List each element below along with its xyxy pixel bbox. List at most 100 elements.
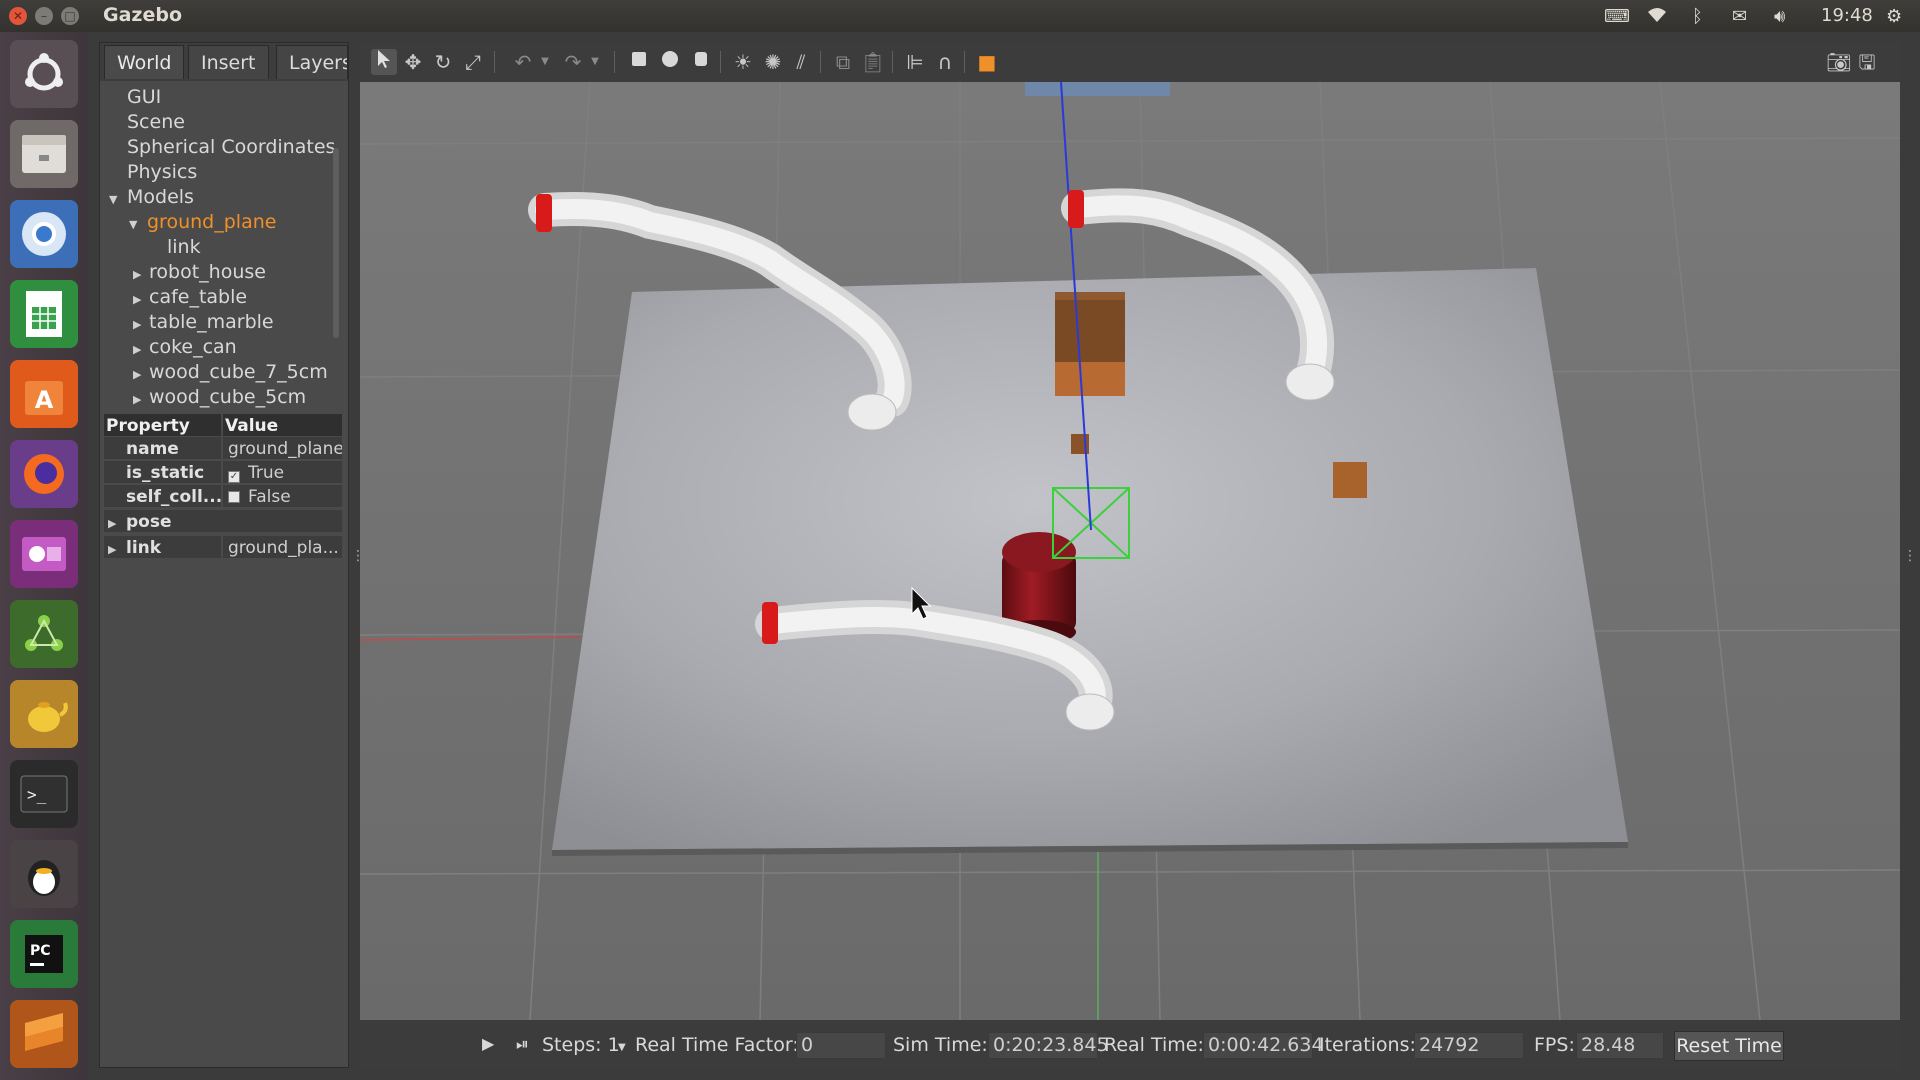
collapsed-arrow-icon[interactable]: ▶ bbox=[133, 387, 145, 412]
sim-time-field[interactable]: 0:20:23.845 bbox=[988, 1032, 1109, 1059]
select-mode-icon[interactable] bbox=[371, 49, 397, 75]
property-value[interactable]: ground_plane bbox=[223, 437, 342, 459]
tree-item-physics[interactable]: Physics bbox=[127, 160, 197, 185]
firefox-icon[interactable] bbox=[10, 440, 78, 508]
volume-icon[interactable]: 🔊︎ bbox=[1774, 6, 1785, 27]
steps-dropdown-icon[interactable]: ▼ bbox=[618, 1042, 626, 1053]
teapot-icon[interactable] bbox=[10, 680, 78, 748]
minimize-window-button[interactable]: – bbox=[35, 7, 53, 25]
ros-network-icon[interactable] bbox=[10, 600, 78, 668]
steps-control[interactable]: Steps: 1 bbox=[542, 1034, 620, 1056]
reset-time-button[interactable]: Reset Time bbox=[1674, 1031, 1784, 1061]
property-key: is_static bbox=[104, 461, 221, 483]
terminal-icon[interactable]: >_ bbox=[10, 760, 78, 828]
tree-item-table-marble[interactable]: ▶ table_marble bbox=[133, 310, 274, 335]
real-time-field[interactable]: 0:00:42.634 bbox=[1203, 1032, 1324, 1059]
copy-icon[interactable]: ⧉ bbox=[830, 49, 856, 75]
settings-gear-icon[interactable]: ⚙ bbox=[1886, 6, 1902, 27]
software-center-icon[interactable]: A bbox=[10, 360, 78, 428]
clock[interactable]: 19:48 bbox=[1821, 5, 1873, 26]
bluetooth-icon[interactable]: ᛒ bbox=[1692, 6, 1703, 27]
expanded-arrow-icon[interactable]: ▼ bbox=[109, 187, 121, 212]
screenshot-camera-icon[interactable]: 📷︎ bbox=[1826, 49, 1852, 75]
tree-item-wood-cube-5cm[interactable]: ▶ wood_cube_5cm bbox=[133, 385, 306, 410]
tree-item-spherical-coordinates[interactable]: Spherical Coordinates bbox=[127, 135, 335, 160]
record-log-icon[interactable]: 🖫 bbox=[1854, 49, 1880, 75]
svg-text:>_: >_ bbox=[27, 785, 47, 804]
tab-insert[interactable]: Insert bbox=[188, 45, 269, 79]
collapsed-arrow-icon[interactable]: ▶ bbox=[133, 312, 145, 337]
tree-item-link[interactable]: link bbox=[167, 235, 201, 260]
pycharm-icon[interactable]: PC bbox=[10, 920, 78, 988]
is-static-checkbox[interactable]: ✓ bbox=[228, 471, 240, 483]
tree-item-robot-house[interactable]: ▶ robot_house bbox=[133, 260, 266, 285]
property-label: link bbox=[126, 538, 162, 558]
rotate-mode-icon[interactable]: ↻ bbox=[430, 49, 456, 75]
chromium-icon[interactable] bbox=[10, 200, 78, 268]
tree-item-coke-can[interactable]: ▶ coke_can bbox=[133, 335, 237, 360]
property-key: ▶ link bbox=[104, 536, 221, 558]
spreadsheet-icon[interactable] bbox=[10, 280, 78, 348]
tree-item-label: ground_plane bbox=[147, 211, 277, 233]
box-shape-icon[interactable] bbox=[626, 49, 652, 75]
cylinder-shape-icon[interactable] bbox=[688, 49, 714, 75]
sublime-icon[interactable] bbox=[10, 1000, 78, 1068]
tree-item-wood-cube-7-5cm[interactable]: ▶ wood_cube_7_5cm bbox=[133, 360, 328, 385]
scale-mode-icon[interactable]: ⤢ bbox=[460, 49, 486, 75]
screen-recorder-icon[interactable] bbox=[10, 520, 78, 588]
panel-splitter-handle[interactable]: ⋮ bbox=[351, 548, 365, 564]
checkbox-label: False bbox=[248, 487, 291, 507]
ubuntu-dash-icon[interactable] bbox=[10, 40, 78, 108]
property-row-pose[interactable]: ▶ pose bbox=[104, 510, 342, 534]
tree-item-cafe-table[interactable]: ▶ cafe_table bbox=[133, 285, 247, 310]
step-icon[interactable]: ⏯ bbox=[516, 1034, 529, 1054]
files-icon[interactable] bbox=[10, 120, 78, 188]
wifi-icon[interactable] bbox=[1646, 6, 1668, 29]
collapsed-arrow-icon[interactable]: ▶ bbox=[108, 538, 120, 562]
close-window-button[interactable]: ✕ bbox=[9, 7, 27, 25]
paste-icon[interactable]: 📋︎ bbox=[860, 49, 886, 75]
wood-cube-7-5cm[interactable] bbox=[1055, 292, 1125, 396]
play-icon[interactable]: ▶ bbox=[482, 1034, 494, 1053]
point-light-icon[interactable]: ☀ bbox=[730, 49, 756, 75]
align-icon[interactable]: ⊫ bbox=[902, 49, 928, 75]
maximize-window-button[interactable]: □ bbox=[61, 7, 79, 25]
checkbox-label: True bbox=[248, 463, 285, 483]
window-title: Gazebo bbox=[103, 4, 183, 26]
wood-cube-small[interactable] bbox=[1333, 462, 1367, 498]
redo-dropdown-icon[interactable]: ▼ bbox=[582, 49, 608, 75]
expanded-arrow-icon[interactable]: ▼ bbox=[129, 212, 141, 237]
change-view-icon[interactable]: ■ bbox=[974, 49, 1000, 75]
translate-mode-icon[interactable]: ✥ bbox=[400, 49, 426, 75]
real-time-factor-field[interactable]: 0 bbox=[796, 1032, 886, 1059]
qq-icon[interactable] bbox=[10, 840, 78, 908]
property-row-link[interactable]: ▶ link ground_pla... bbox=[104, 536, 342, 560]
collapsed-arrow-icon[interactable]: ▶ bbox=[133, 362, 145, 387]
spot-light-icon[interactable]: ✺ bbox=[760, 49, 786, 75]
collapsed-arrow-icon[interactable]: ▶ bbox=[133, 287, 145, 312]
fps-field[interactable]: 28.48 bbox=[1576, 1032, 1664, 1059]
real-time-factor-label: Real Time Factor: bbox=[635, 1034, 799, 1056]
keyboard-icon[interactable]: ⌨ bbox=[1604, 6, 1630, 27]
undo-dropdown-icon[interactable]: ▼ bbox=[532, 49, 558, 75]
self-collide-checkbox[interactable] bbox=[228, 491, 240, 503]
collapsed-arrow-icon[interactable]: ▶ bbox=[133, 262, 145, 287]
tab-world[interactable]: World bbox=[104, 45, 185, 79]
world-tree: GUI Scene Spherical Coordinates Physics … bbox=[100, 83, 348, 453]
right-panel-splitter-handle[interactable]: ⋮ bbox=[1903, 548, 1917, 564]
tab-layers[interactable]: Layers bbox=[276, 45, 348, 79]
tree-item-scene[interactable]: Scene bbox=[127, 110, 185, 135]
tree-item-ground-plane[interactable]: ▼ ground_plane bbox=[129, 210, 276, 235]
iterations-field[interactable]: 24792 bbox=[1414, 1032, 1524, 1059]
sphere-shape-icon[interactable] bbox=[657, 49, 683, 75]
sim-time-label: Sim Time: bbox=[893, 1034, 988, 1056]
tree-scrollbar[interactable] bbox=[333, 148, 339, 338]
mail-icon[interactable]: ✉ bbox=[1732, 6, 1747, 27]
collapsed-arrow-icon[interactable]: ▶ bbox=[133, 337, 145, 362]
collapsed-arrow-icon[interactable]: ▶ bbox=[108, 512, 120, 536]
directional-light-icon[interactable]: ⫽ bbox=[788, 49, 814, 75]
tree-item-gui[interactable]: GUI bbox=[127, 85, 161, 110]
3d-viewport[interactable] bbox=[360, 82, 1900, 1020]
tree-item-models[interactable]: ▼ Models bbox=[109, 185, 194, 210]
snap-icon[interactable]: ∩ bbox=[932, 49, 958, 75]
